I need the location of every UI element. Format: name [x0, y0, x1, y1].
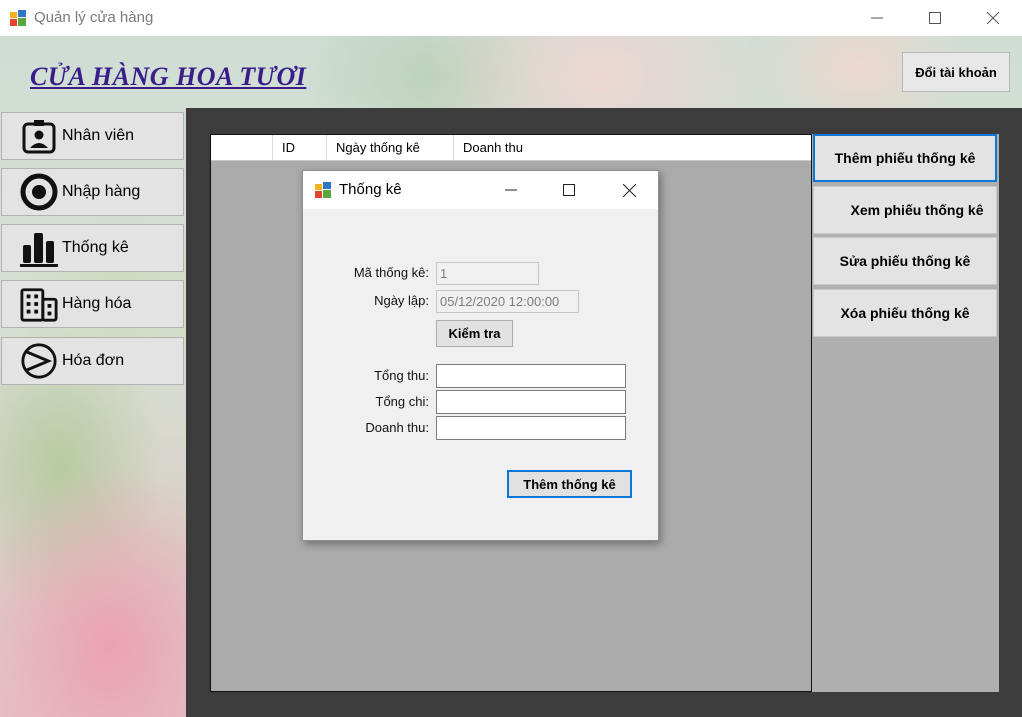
dialog-maximize-button[interactable]: [540, 171, 598, 209]
edit-statistic-button[interactable]: Sửa phiếu thống kê: [813, 237, 997, 285]
maximize-icon: [929, 12, 941, 24]
column-header-revenue[interactable]: Doanh thu: [454, 135, 811, 160]
bar-chart-icon: [20, 229, 58, 267]
check-button[interactable]: Kiểm tra: [436, 320, 513, 347]
view-statistic-button[interactable]: Xem phiếu thống kê: [813, 186, 997, 234]
app-icon: [315, 182, 331, 198]
total-expense-field[interactable]: [436, 390, 626, 414]
sidebar-item-label: Nhân viên: [62, 127, 135, 144]
building-icon: [20, 285, 58, 323]
add-statistic-button[interactable]: Thêm phiếu thống kê: [813, 134, 997, 182]
revenue-label: Doanh thu:: [365, 420, 429, 435]
shop-title: CỬA HÀNG HOA TƯƠI: [30, 62, 307, 91]
total-expense-label: Tổng chi:: [375, 394, 429, 409]
window-titlebar: Quản lý cửa hàng: [0, 0, 1022, 36]
switch-account-button[interactable]: Đổi tài khoản: [902, 52, 1010, 92]
dialog-close-button[interactable]: [600, 171, 658, 209]
close-icon: [987, 12, 999, 24]
column-header-id[interactable]: ID: [273, 135, 327, 160]
minimize-icon: [505, 189, 517, 191]
column-header-row-selector[interactable]: [211, 135, 273, 160]
created-date-label: Ngày lập:: [374, 293, 429, 308]
sidebar-item-products[interactable]: Hàng hóa: [1, 280, 184, 328]
employee-badge-icon: [20, 117, 58, 155]
dialog-title: Thống kê: [339, 181, 402, 198]
sidebar-item-import[interactable]: Nhập hàng: [1, 168, 184, 216]
maximize-button[interactable]: [906, 0, 964, 36]
close-button[interactable]: [964, 0, 1022, 36]
window-title: Quản lý cửa hàng: [34, 9, 154, 26]
total-income-field[interactable]: [436, 364, 626, 388]
minimize-icon: [871, 17, 883, 19]
created-date-field[interactable]: 05/12/2020 12:00:00: [436, 290, 579, 313]
statistics-dialog: Thống kê Mã thống kê: 1 Ngày lập: 05/12/…: [302, 170, 659, 541]
sidebar-item-label: Hàng hóa: [62, 295, 132, 312]
close-icon: [622, 183, 636, 197]
dialog-titlebar: Thống kê: [303, 171, 658, 209]
total-income-label: Tổng thu:: [374, 368, 429, 383]
dialog-minimize-button[interactable]: [482, 171, 540, 209]
sidebar-item-label: Hóa đơn: [62, 352, 125, 369]
sidebar-item-statistics[interactable]: Thống kê: [1, 224, 184, 272]
sidebar-item-employees[interactable]: Nhân viên: [1, 112, 184, 160]
delete-statistic-button[interactable]: Xóa phiếu thống kê: [813, 289, 997, 337]
statistic-id-field[interactable]: 1: [436, 262, 539, 285]
import-circle-icon: [20, 173, 58, 211]
app-icon: [10, 10, 26, 26]
sidebar-item-label: Thống kê: [62, 239, 129, 256]
column-header-date[interactable]: Ngày thống kê: [327, 135, 454, 160]
maximize-icon: [563, 184, 575, 196]
revenue-field[interactable]: [436, 416, 626, 440]
minimize-button[interactable]: [848, 0, 906, 36]
action-panel: Thêm phiếu thống kê Xem phiếu thống kê S…: [812, 134, 999, 692]
sidebar-item-invoices[interactable]: Hóa đơn: [1, 337, 184, 385]
add-statistic-submit-button[interactable]: Thêm thống kê: [507, 470, 632, 498]
table-header: ID Ngày thống kê Doanh thu: [211, 135, 811, 161]
sidebar-item-label: Nhập hàng: [62, 183, 141, 200]
statistic-id-label: Mã thống kê:: [353, 265, 429, 280]
invoice-play-icon: [20, 342, 58, 380]
